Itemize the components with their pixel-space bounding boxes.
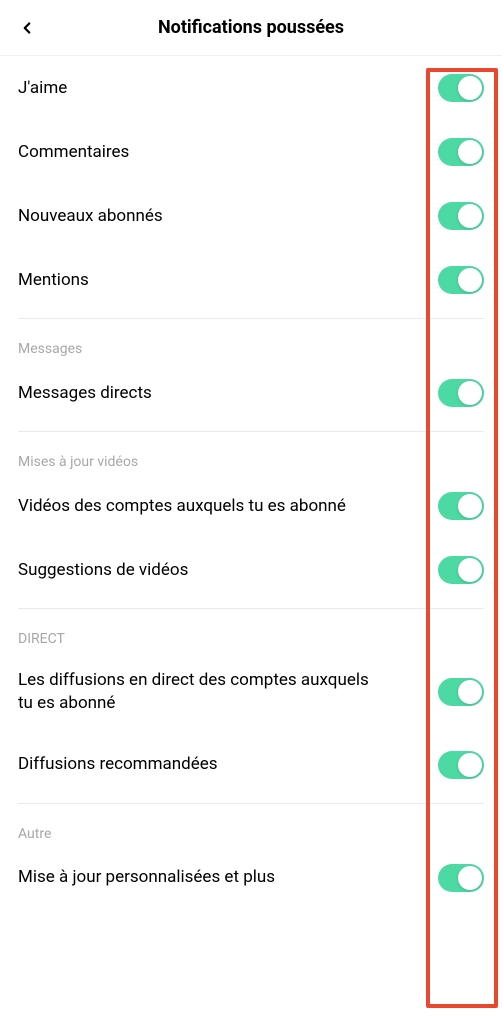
row-live-subscribed: Les diffusions en direct des comptes aux…	[18, 651, 484, 733]
row-mentions: Mentions	[18, 248, 484, 312]
toggle-likes[interactable]	[438, 74, 484, 102]
row-comments: Commentaires	[18, 120, 484, 184]
toggle-recommended-broadcasts[interactable]	[438, 751, 484, 779]
row-label: Les diffusions en direct des comptes aux…	[18, 669, 438, 715]
page-title: Notifications poussées	[158, 17, 344, 38]
row-label: Diffusions recommandées	[18, 753, 438, 776]
row-new-followers: Nouveaux abonnés	[18, 184, 484, 248]
row-label: Vidéos des comptes auxquels tu es abonné	[18, 495, 438, 518]
row-label: Suggestions de vidéos	[18, 559, 438, 582]
toggle-live-subscribed[interactable]	[438, 678, 484, 706]
row-likes: J'aime	[18, 56, 484, 120]
row-label: Nouveaux abonnés	[18, 205, 438, 228]
toggle-comments[interactable]	[438, 138, 484, 166]
header-bar: Notifications poussées	[0, 0, 502, 56]
section-header-other: Autre	[18, 804, 484, 846]
row-custom-updates: Mise à jour personnalisées et plus	[18, 846, 484, 910]
row-video-suggestions: Suggestions de vidéos	[18, 538, 484, 602]
toggle-custom-updates[interactable]	[438, 864, 484, 892]
section-header-direct: DIRECT	[18, 609, 484, 651]
row-subscribed-videos: Vidéos des comptes auxquels tu es abonné	[18, 474, 484, 538]
toggle-subscribed-videos[interactable]	[438, 492, 484, 520]
toggle-direct-messages[interactable]	[438, 379, 484, 407]
section-header-video-updates: Mises à jour vidéos	[18, 432, 484, 474]
chevron-left-icon	[18, 19, 36, 37]
row-label: J'aime	[18, 77, 438, 100]
row-label: Mise à jour personnalisées et plus	[18, 866, 438, 889]
row-label: Messages directs	[18, 382, 438, 405]
toggle-new-followers[interactable]	[438, 202, 484, 230]
row-direct-messages: Messages directs	[18, 361, 484, 425]
row-label: Mentions	[18, 269, 438, 292]
row-recommended-broadcasts: Diffusions recommandées	[18, 733, 484, 797]
section-header-messages: Messages	[18, 319, 484, 361]
settings-content: J'aime Commentaires Nouveaux abonnés Men…	[0, 56, 502, 910]
toggle-video-suggestions[interactable]	[438, 556, 484, 584]
row-label: Commentaires	[18, 141, 438, 164]
back-button[interactable]	[12, 13, 42, 43]
toggle-mentions[interactable]	[438, 266, 484, 294]
